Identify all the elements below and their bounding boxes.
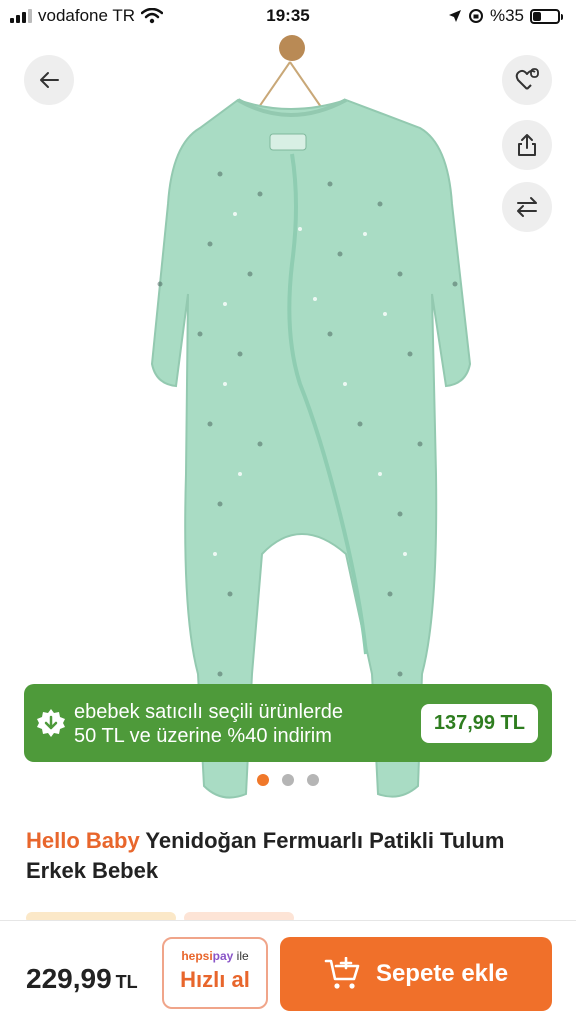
rotation-lock-icon: [468, 9, 483, 23]
back-arrow-icon: [40, 72, 59, 88]
add-to-cart-label: Sepete ekle: [375, 960, 509, 987]
quick-buy-button[interactable]: hepsipay ile Hızlı al: [162, 937, 268, 1009]
quick-buy-label: Hızlı al: [180, 967, 250, 992]
share-button[interactable]: [502, 120, 552, 170]
share-icon: [518, 134, 536, 156]
promo-line-1: ebebek satıcılı seçili ürünlerde: [74, 701, 344, 723]
status-bar: vodafone TR 19:35 %35: [0, 0, 576, 34]
promo-text: ebebek satıcılı seçili ürünlerde 50 TL v…: [74, 700, 343, 748]
add-to-cart-button[interactable]: Sepete ekle: [280, 937, 552, 1011]
compare-button[interactable]: [502, 182, 552, 232]
price-currency: TL: [115, 972, 138, 992]
status-right: %35: [448, 6, 563, 26]
cart-plus-icon: [324, 957, 360, 989]
hepsipay-logo: hepsipay ile: [164, 949, 266, 963]
back-button[interactable]: [24, 55, 74, 105]
battery-icon: [530, 8, 563, 24]
battery-percent: %35: [489, 6, 524, 25]
price-value: 229,99: [26, 963, 112, 994]
favorite-button[interactable]: [502, 55, 552, 105]
hepsipay-part1: hepsi: [181, 949, 213, 963]
carousel-dot[interactable]: [282, 774, 294, 786]
compare-arrows-icon: [517, 197, 537, 217]
carousel-dot[interactable]: [257, 774, 269, 786]
product-title: Hello Baby Yenidoğan Fermuarlı Patikli T…: [26, 826, 546, 886]
discount-badge-icon: [37, 709, 65, 737]
product-price: 229,99 TL: [26, 963, 138, 995]
promo-price-badge: 137,99 TL: [420, 704, 538, 743]
hepsipay-part2: pay: [212, 949, 234, 963]
promo-line-2: 50 TL ve üzerine %40 indirim: [74, 725, 332, 747]
location-icon: [448, 10, 461, 22]
battery-fill: [533, 11, 542, 21]
heart-bell-icon: [515, 68, 539, 90]
carousel-dot[interactable]: [307, 774, 319, 786]
brand-link[interactable]: Hello Baby: [26, 828, 140, 853]
promo-banner[interactable]: ebebek satıcılı seçili ürünlerde 50 TL v…: [24, 684, 552, 762]
carousel-dots: [0, 774, 576, 786]
hepsipay-suffix: ile: [233, 949, 249, 963]
bottom-action-bar: 229,99 TL hepsipay ile Hızlı al Sepete ek…: [0, 920, 576, 1024]
